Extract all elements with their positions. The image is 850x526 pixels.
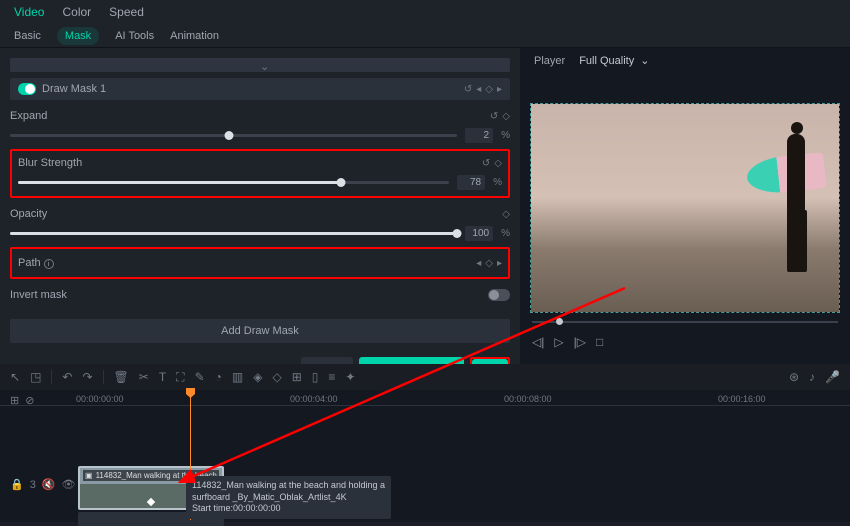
chevron-down-icon: ⌄ <box>260 60 269 73</box>
expand-label: Expand <box>10 110 47 122</box>
keyframe-icon[interactable]: ◇ <box>494 158 502 169</box>
lock-icon[interactable]: 🔒 <box>10 478 24 491</box>
pointer-tool-icon[interactable]: ↖ <box>10 370 20 384</box>
reset-button[interactable]: Reset <box>301 357 354 364</box>
keyframe-icon[interactable]: ◇ <box>502 111 510 122</box>
step-back-icon[interactable]: ◁| <box>532 335 544 349</box>
expand-value[interactable]: 2 <box>465 128 493 143</box>
mask-name-label: Draw Mask 1 <box>42 83 106 95</box>
color-icon[interactable]: ▥ <box>232 370 243 384</box>
sub-tabs: Basic Mask AI Tools Animation <box>0 24 850 48</box>
keyframe-icon[interactable]: ◇ <box>485 258 493 269</box>
player-panel: Player Full Quality ⌄ ◁| ▷ |▷ □ <box>520 48 850 364</box>
opacity-slider[interactable] <box>10 232 457 235</box>
blur-unit: % <box>493 177 502 188</box>
opacity-property: Opacity ◇ 100 % <box>10 208 510 241</box>
ok-button[interactable]: OK <box>472 359 508 364</box>
expand-unit: % <box>501 130 510 141</box>
invert-mask-label: Invert mask <box>10 289 67 301</box>
render-icon[interactable]: ⊛ <box>789 370 799 384</box>
ruler-tick: 00:00:16:00 <box>718 394 766 404</box>
film-icon: ▣ <box>85 471 93 480</box>
timeline: ⊞ ⊘ 00:00:00:00 00:00:04:00 00:00:08:00 … <box>0 390 850 522</box>
expand-slider[interactable] <box>10 134 457 137</box>
mask-layer-header[interactable]: Draw Mask 1 ↺ ◂ ◇ ▸ <box>10 78 510 100</box>
preview-image <box>531 104 839 312</box>
clip-keyframe-icon[interactable] <box>147 498 155 506</box>
cut-icon[interactable]: ✂ <box>139 370 149 384</box>
visibility-icon[interactable]: 👁 <box>62 478 76 491</box>
player-title: Player <box>534 55 565 67</box>
mask-properties-panel: ⌄ Draw Mask 1 ↺ ◂ ◇ ▸ Expand ↺ ◇ <box>0 48 520 364</box>
timeline-ruler[interactable]: 00:00:00:00 00:00:04:00 00:00:08:00 00:0… <box>0 390 850 406</box>
save-as-custom-button[interactable]: Save as Custom <box>359 357 464 364</box>
invert-mask-toggle[interactable] <box>488 289 510 301</box>
step-forward-icon[interactable]: |▷ <box>574 335 586 349</box>
path-label: Pathi <box>18 257 54 269</box>
keyframe-tool-icon[interactable]: ◇ <box>272 370 281 384</box>
blur-strength-property: Blur Strength ↺ ◇ 78 % <box>10 149 510 198</box>
ruler-tick: 00:00:04:00 <box>290 394 338 404</box>
track-icon[interactable]: ≡ <box>328 370 335 384</box>
audio-icon[interactable]: ♪ <box>809 370 815 384</box>
speed-icon[interactable]: ◔ <box>215 370 222 384</box>
timeline-toolbar: ↖ ◳ ↶ ↷ 🗑 ✂ T ⛶ ✎ ◔ ▥ ◈ ◇ ⊞ ▯ ≡ ✦ ⊛ ♪ 🎤 <box>0 364 850 390</box>
subtab-animation[interactable]: Animation <box>170 30 219 42</box>
crop-tool-icon[interactable]: ◳ <box>30 370 41 384</box>
clip-tooltip: 114832_Man walking at the beach and hold… <box>186 476 391 519</box>
info-icon[interactable]: i <box>44 259 54 269</box>
invert-mask-row: Invert mask <box>10 289 510 301</box>
blur-slider[interactable] <box>18 181 449 184</box>
play-icon[interactable]: ▷ <box>554 335 563 349</box>
marker-icon[interactable]: ▯ <box>312 370 319 384</box>
keyframe-next-icon[interactable]: ▸ <box>497 84 502 95</box>
blur-value[interactable]: 78 <box>457 175 485 190</box>
track-controls: 🔒 3 🔇 👁 <box>10 478 76 491</box>
opacity-label: Opacity <box>10 208 47 220</box>
tab-speed[interactable]: Speed <box>109 5 144 19</box>
collapsed-section[interactable]: ⌄ <box>10 58 510 72</box>
crop-icon[interactable]: ⛶ <box>176 370 184 385</box>
quality-dropdown[interactable]: Full Quality ⌄ <box>579 54 649 67</box>
subtab-mask[interactable]: Mask <box>57 27 99 45</box>
add-draw-mask-button[interactable]: Add Draw Mask <box>10 319 510 343</box>
opacity-unit: % <box>501 228 510 239</box>
path-property: Pathi ◂ ◇ ▸ <box>10 247 510 279</box>
subtab-ai-tools[interactable]: AI Tools <box>115 30 154 42</box>
mask-enable-toggle[interactable] <box>18 83 36 95</box>
keyframe-icon[interactable]: ◇ <box>485 84 493 95</box>
redo-icon[interactable]: ↷ <box>82 370 92 384</box>
reset-icon[interactable]: ↺ <box>464 84 472 95</box>
chevron-down-icon: ⌄ <box>640 54 649 67</box>
expand-property: Expand ↺ ◇ 2 % <box>10 110 510 143</box>
blur-label: Blur Strength <box>18 157 82 169</box>
subtab-basic[interactable]: Basic <box>14 30 41 42</box>
group-icon[interactable]: ⊞ <box>292 370 302 384</box>
effects-icon[interactable]: ✦ <box>345 370 355 384</box>
ruler-tick: 00:00:00:00 <box>76 394 124 404</box>
keyframe-prev-icon[interactable]: ◂ <box>476 258 481 269</box>
mute-icon[interactable]: 🔇 <box>42 478 56 491</box>
mask-tool-icon[interactable]: ◈ <box>253 370 262 384</box>
ruler-tick: 00:00:08:00 <box>504 394 552 404</box>
undo-icon[interactable]: ↶ <box>62 370 72 384</box>
keyframe-icon[interactable]: ◇ <box>502 209 510 220</box>
text-tool-icon[interactable]: T <box>159 370 166 384</box>
tab-video[interactable]: Video <box>14 5 44 19</box>
delete-icon[interactable]: 🗑 <box>114 370 129 384</box>
opacity-value[interactable]: 100 <box>465 226 493 241</box>
reset-icon[interactable]: ↺ <box>490 111 498 122</box>
track-count-badge: 3 <box>30 479 36 491</box>
keyframe-next-icon[interactable]: ▸ <box>497 258 502 269</box>
volume-slider[interactable] <box>532 321 838 323</box>
stop-icon[interactable]: □ <box>596 335 603 349</box>
edit-tool-icon[interactable]: ✎ <box>195 370 205 384</box>
reset-icon[interactable]: ↺ <box>482 158 490 169</box>
mic-icon[interactable]: 🎤 <box>825 370 840 384</box>
preview-viewport[interactable] <box>530 103 840 313</box>
tab-color[interactable]: Color <box>62 5 91 19</box>
keyframe-prev-icon[interactable]: ◂ <box>476 84 481 95</box>
top-tabs: Video Color Speed <box>0 0 850 24</box>
